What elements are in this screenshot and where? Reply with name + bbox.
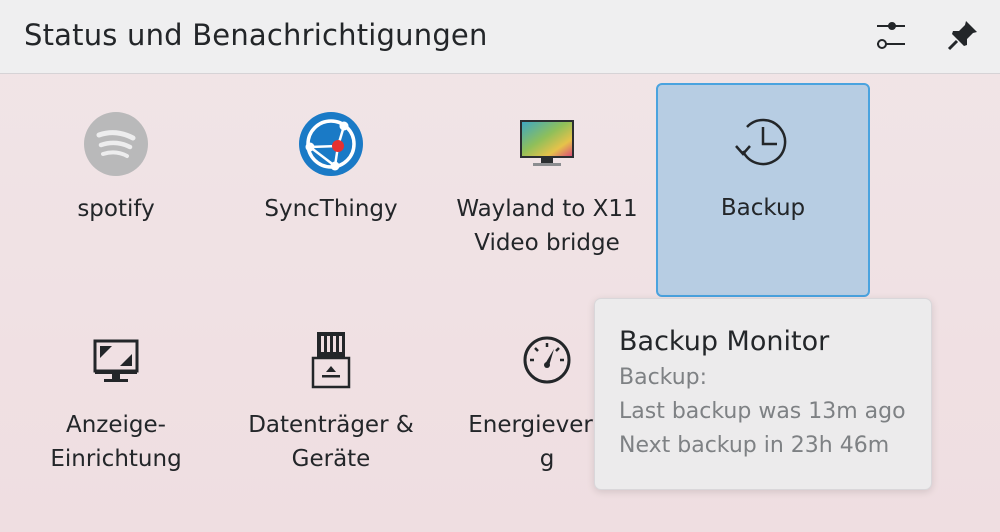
syncthingy-icon <box>297 110 365 178</box>
tray-item-wayland-bridge[interactable]: Wayland to X11 Video bridge <box>440 84 654 298</box>
tooltip-title: Backup Monitor <box>619 326 830 357</box>
tray-item-syncthingy[interactable]: SyncThingy <box>224 84 438 298</box>
spotify-icon <box>82 110 150 178</box>
pin-button[interactable] <box>942 16 984 58</box>
backup-tooltip: Backup Monitor Backup: Last backup was 1… <box>594 298 932 490</box>
backup-clock-icon <box>729 109 797 177</box>
tooltip-line-backup: Backup: <box>619 365 708 390</box>
configure-sliders-icon <box>873 17 909 57</box>
display-settings-icon <box>82 326 150 394</box>
tray-item-label: Wayland to X11 Video bridge <box>456 196 638 256</box>
tray-item-backup[interactable]: Backup <box>656 83 870 297</box>
configure-button[interactable] <box>870 16 912 58</box>
tray-item-display-settings[interactable]: Anzeige- Einrichtung <box>9 300 223 514</box>
tray-item-label: Datenträger & Geräte <box>248 412 414 472</box>
tray-item-label: Backup <box>720 195 806 221</box>
monitor-wallpaper-icon <box>513 110 581 178</box>
drive-eject-icon <box>297 326 365 394</box>
power-gauge-icon <box>513 326 581 394</box>
pin-icon <box>946 18 980 56</box>
panel-header: Status und Benachrichtigungen <box>0 0 1000 74</box>
panel-title: Status und Benachrichtigungen <box>24 18 488 52</box>
tooltip-line-last-backup: Last backup was 13m ago <box>619 399 906 424</box>
tooltip-line-next-backup: Next backup in 23h 46m <box>619 433 890 458</box>
tray-item-spotify[interactable]: spotify <box>9 84 223 298</box>
tray-item-drives-devices[interactable]: Datenträger & Geräte <box>224 300 438 514</box>
